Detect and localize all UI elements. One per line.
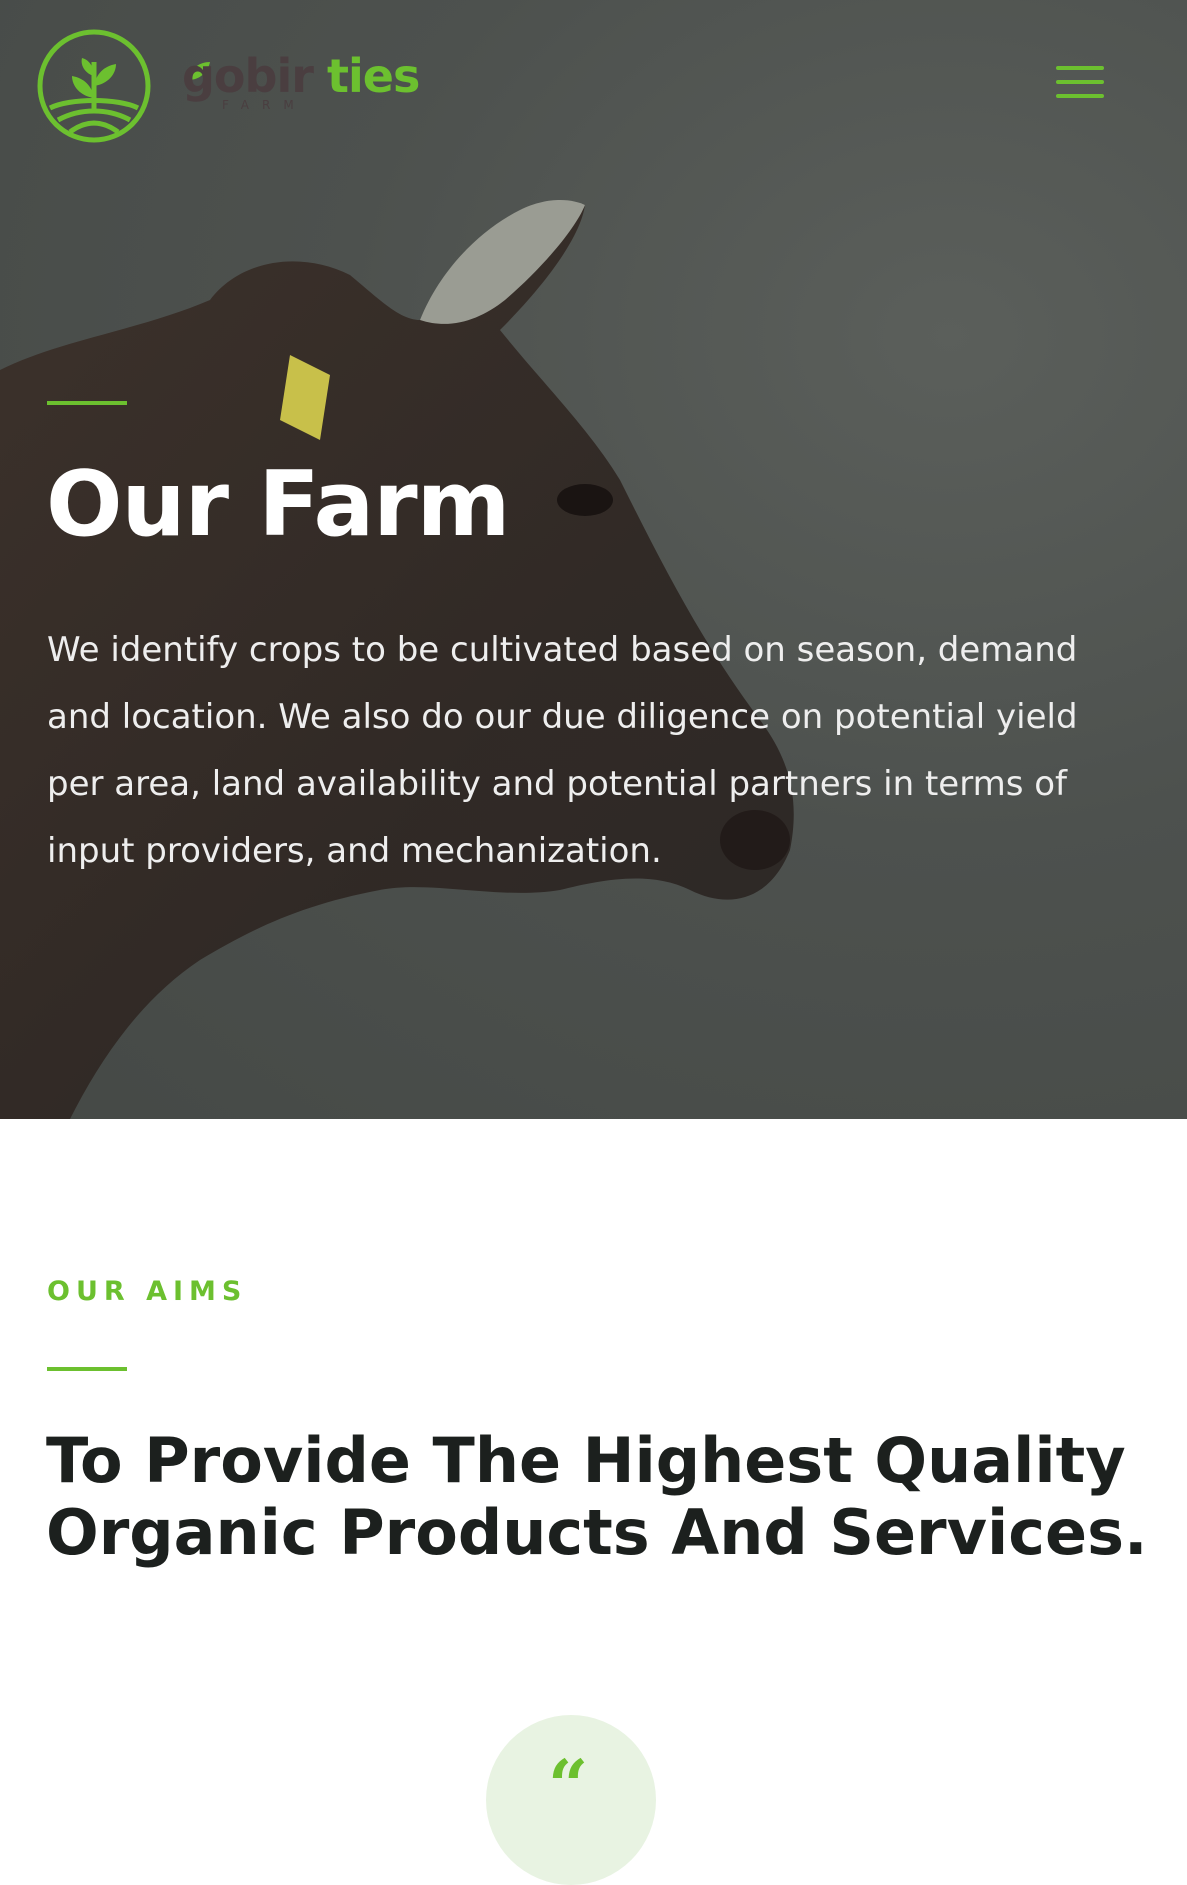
hamburger-icon-line: [1056, 80, 1104, 84]
logo-wordmark[interactable]: gobir ties FARM: [182, 46, 422, 116]
site-header: gobir ties FARM: [0, 0, 1187, 170]
logo-name-green: ties: [327, 49, 420, 103]
logo-name-dark: gobir: [182, 49, 314, 103]
logo-icon[interactable]: [36, 28, 152, 144]
page-title: Our Farm: [46, 452, 510, 557]
hero-description: We identify crops to be cultivated based…: [47, 630, 1078, 871]
hamburger-icon: [1056, 66, 1104, 70]
aims-section: OUR AIMS To Provide The Highest Quality …: [0, 1119, 1187, 1885]
quote-icon: “: [548, 1744, 589, 1827]
aims-eyebrow: OUR AIMS: [47, 1276, 248, 1307]
aims-accent-rule: [47, 1367, 127, 1371]
hamburger-icon-line: [1056, 94, 1104, 98]
aims-heading: To Provide The Highest Quality Organic P…: [46, 1424, 1148, 1569]
logo-subtitle: FARM: [222, 98, 307, 112]
hero-accent-rule: [47, 401, 127, 405]
hamburger-menu-button[interactable]: [1056, 66, 1106, 106]
quote-badge: “: [486, 1715, 656, 1885]
hero-section: gobir ties FARM Our Farm We identify cro…: [0, 0, 1187, 1119]
